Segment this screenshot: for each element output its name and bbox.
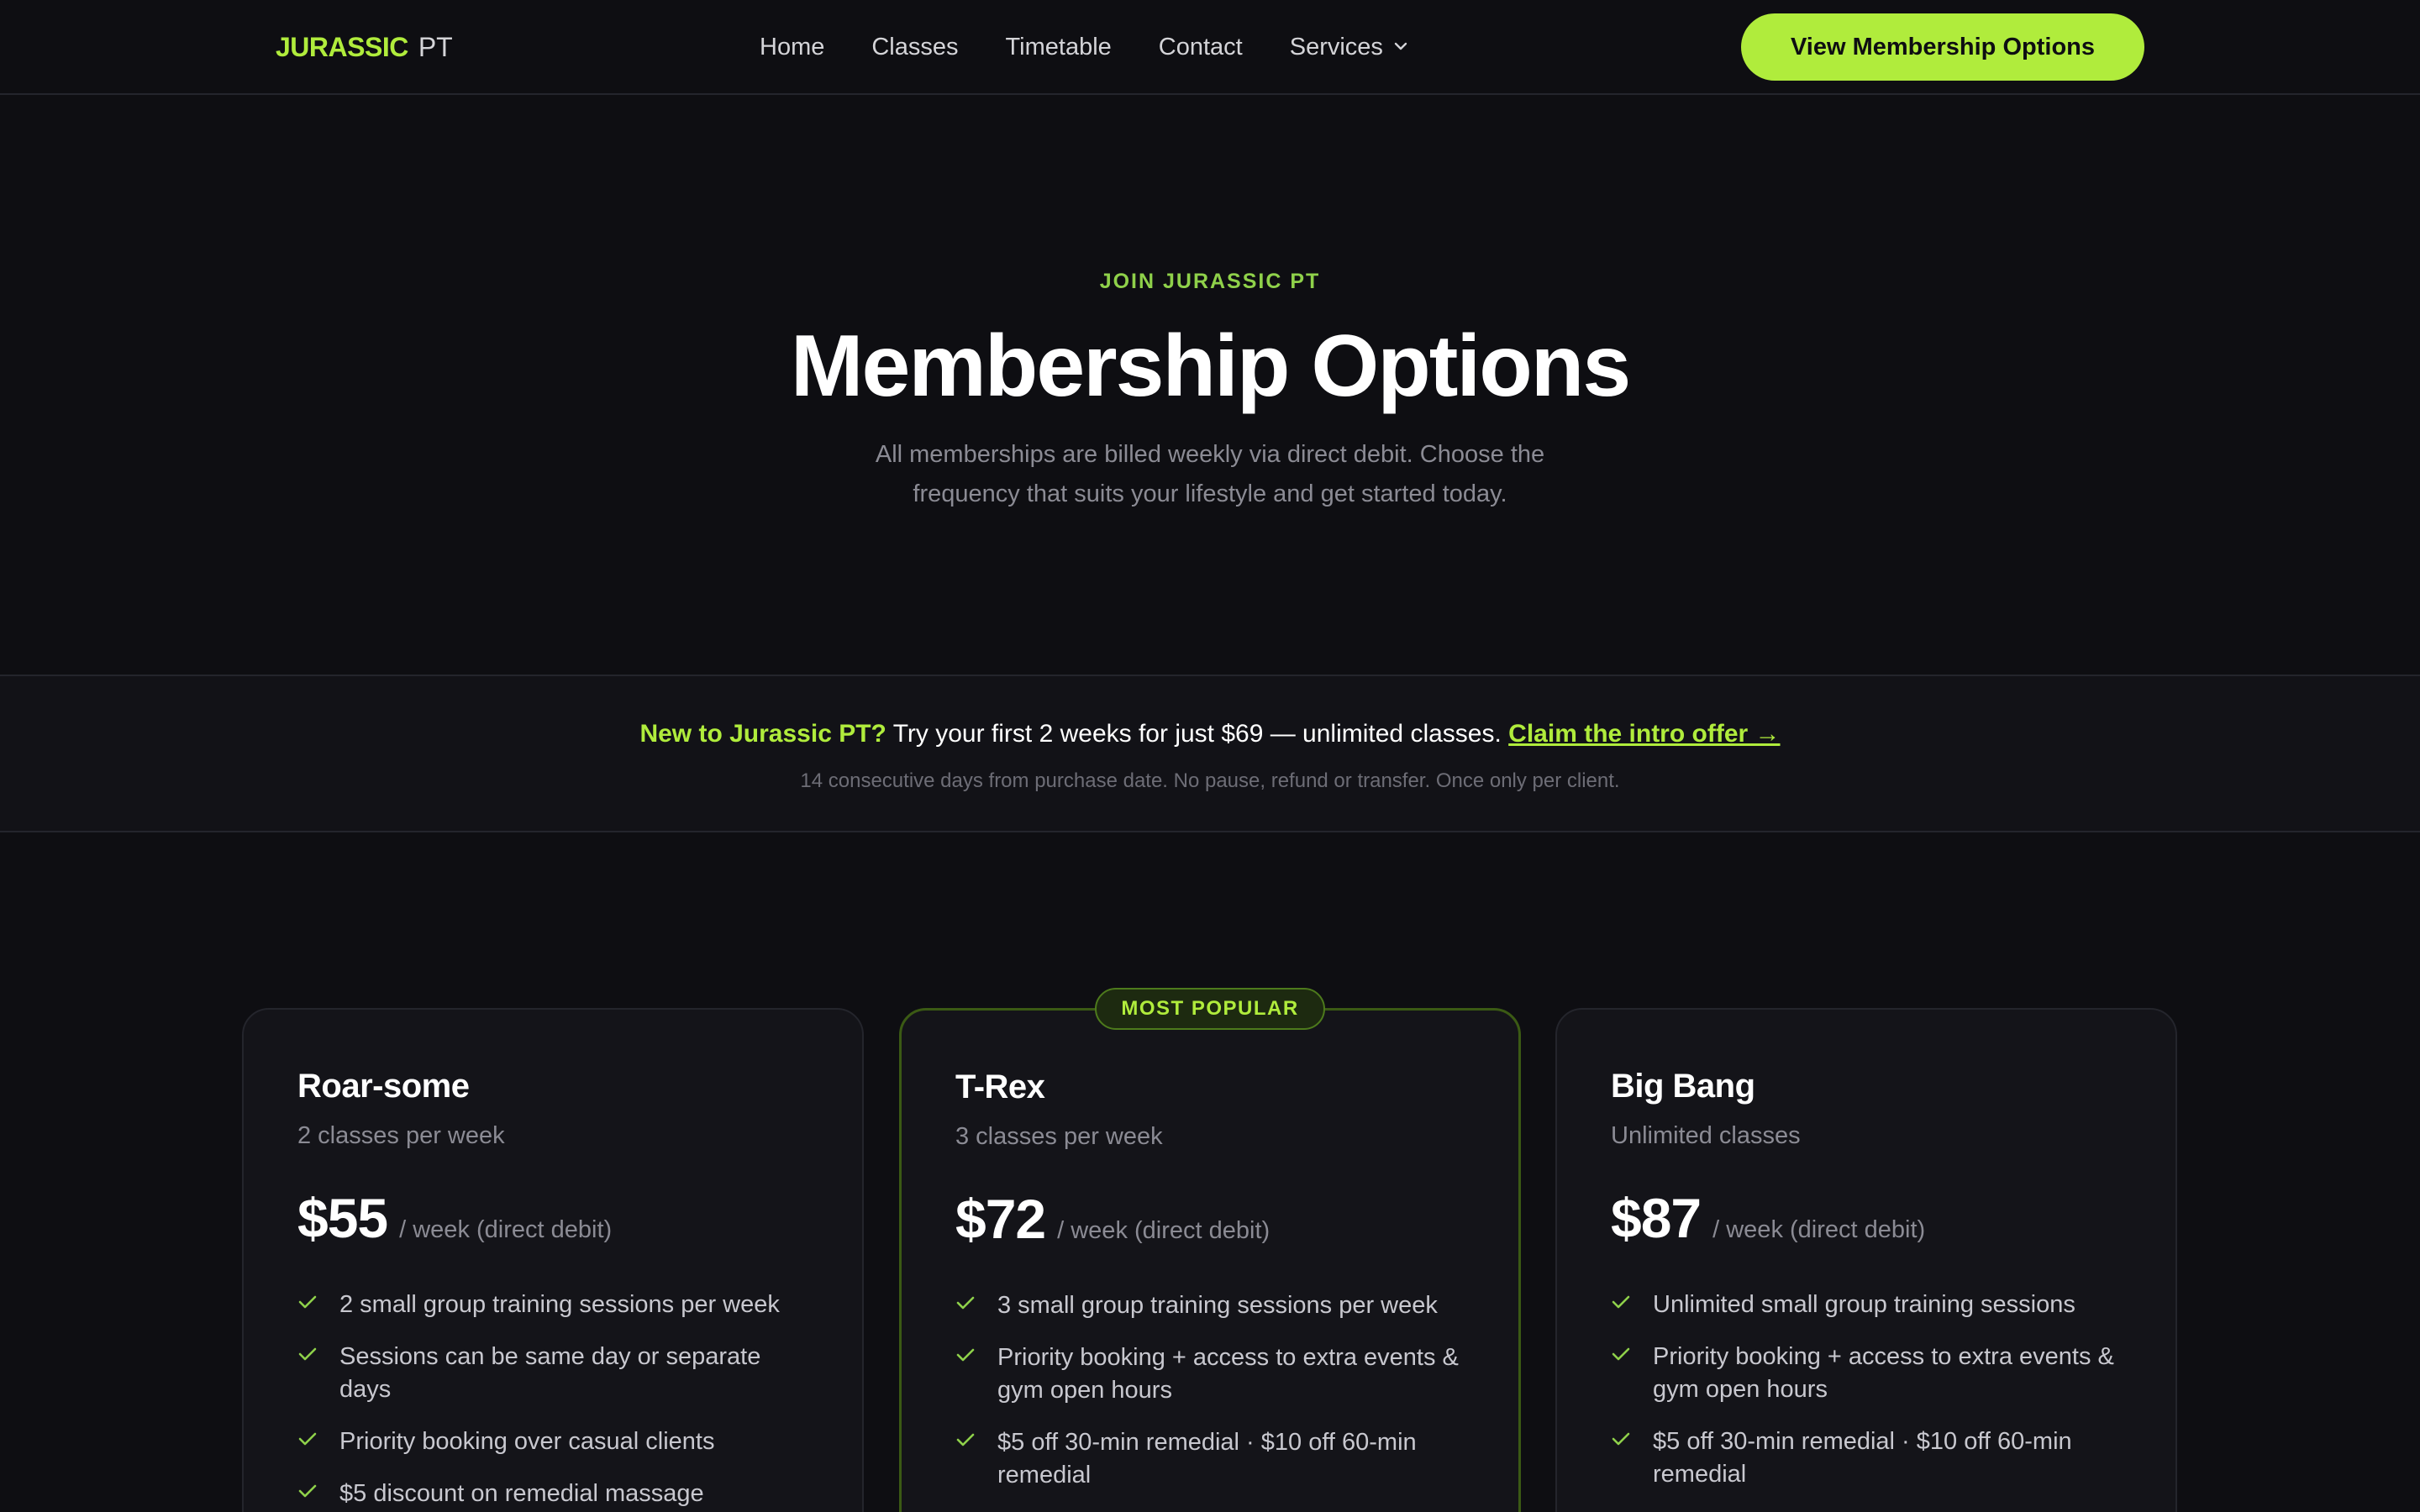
plan-feature: $5 off 30-min remedial · $10 off 60-min …	[1611, 1425, 2132, 1491]
logo[interactable]: JURASSIC PT	[276, 30, 453, 64]
logo-secondary: PT	[418, 32, 453, 62]
plan-card-roar-some: Roar-some 2 classes per week $55 / week (…	[242, 1008, 864, 1512]
plan-feature: 3 small group training sessions per week	[955, 1289, 1476, 1322]
nav-home[interactable]: Home	[760, 30, 824, 64]
plan-feature-text: Priority booking + access to extra event…	[1653, 1343, 2114, 1403]
plan-feature: Priority booking over casual clients	[297, 1425, 818, 1458]
plan-price-amount: $87	[1611, 1187, 1702, 1249]
nav-services[interactable]: Services	[1290, 30, 1408, 64]
plan-feature-text: $5 off 30-min remedial · $10 off 60-min …	[1653, 1428, 2072, 1488]
plan-features: Unlimited small group training sessions …	[1611, 1289, 2132, 1510]
plan-feature: Priority booking + access to extra event…	[955, 1341, 1476, 1407]
page-title: Membership Options	[790, 318, 1631, 415]
plan-feature-text: Priority booking over casual clients	[339, 1428, 715, 1455]
nav-services-label: Services	[1289, 34, 1383, 60]
plan-price: $55 / week (direct debit)	[297, 1184, 612, 1252]
plan-feature: $5 discount on remedial massage	[297, 1478, 818, 1510]
plan-feature: Priority booking + access to extra event…	[1611, 1341, 2132, 1406]
plan-name: T-Rex	[955, 1068, 1045, 1105]
plan-price-period: / week (direct debit)	[399, 1216, 613, 1243]
check-icon	[298, 1484, 317, 1498]
plan-feature-text: Priority booking + access to extra event…	[997, 1344, 1459, 1404]
check-icon	[956, 1433, 975, 1446]
plan-feature: $5 off 30-min remedial · $10 off 60-min …	[955, 1426, 1476, 1492]
plan-feature-text: Sessions can be same day or separate day…	[339, 1343, 761, 1403]
hero-subtitle: All memberships are billed weekly via di…	[875, 441, 1545, 507]
plan-feature-text: $5 off 30-min remedial · $10 off 60-min …	[997, 1429, 1417, 1488]
plan-price-period: / week (direct debit)	[1712, 1216, 1926, 1243]
nav-contact[interactable]: Contact	[1159, 30, 1243, 64]
plan-feature-text: $5 discount on remedial massage	[339, 1480, 704, 1507]
plan-price: $87 / week (direct debit)	[1611, 1184, 1925, 1252]
plan-feature: Sessions can be same day or separate day…	[297, 1341, 818, 1406]
check-icon	[956, 1348, 975, 1362]
chevron-down-icon	[1394, 43, 1407, 50]
plan-price-period: / week (direct debit)	[1057, 1217, 1270, 1244]
view-membership-button[interactable]: View Membership Options	[1741, 13, 2144, 81]
plan-features: 2 small group training sessions per week…	[297, 1289, 818, 1512]
most-popular-badge: MOST POPULAR	[1095, 988, 1325, 1030]
check-icon	[298, 1347, 317, 1361]
plan-feature-text: 3 small group training sessions per week	[997, 1292, 1438, 1319]
plan-price: $72 / week (direct debit)	[955, 1185, 1270, 1252]
main-menu: Home Classes Timetable Contact Services	[760, 30, 1408, 64]
hero-eyebrow: JOIN JURASSIC PT	[1099, 270, 1321, 293]
intro-offer-highlight: New to Jurassic PT?	[639, 720, 886, 748]
plan-feature: 2 small group training sessions per week	[297, 1289, 818, 1321]
nav-timetable[interactable]: Timetable	[1006, 30, 1112, 64]
plan-features: 3 small group training sessions per week…	[955, 1289, 1476, 1511]
plan-name: Big Bang	[1611, 1068, 1755, 1105]
plan-subtitle: 2 classes per week	[297, 1122, 505, 1149]
plan-subtitle: Unlimited classes	[1611, 1122, 1801, 1149]
intro-offer-banner: New to Jurassic PT? Try your first 2 wee…	[0, 675, 2420, 832]
intro-offer-line: New to Jurassic PT? Try your first 2 wee…	[0, 717, 2420, 752]
plan-feature-text: Unlimited small group training sessions	[1653, 1291, 2075, 1318]
plan-feature-text: 2 small group training sessions per week	[339, 1291, 780, 1318]
check-icon	[298, 1432, 317, 1446]
check-icon	[1612, 1295, 1630, 1309]
intro-offer-text: Try your first 2 weeks for just $69 — un…	[892, 720, 1502, 748]
plan-card-t-rex: T-Rex 3 classes per week $72 / week (dire…	[899, 1008, 1521, 1512]
nav-classes[interactable]: Classes	[871, 30, 958, 64]
plan-subtitle: 3 classes per week	[955, 1123, 1163, 1150]
check-icon	[956, 1296, 975, 1310]
top-nav: JURASSIC PT Home Classes Timetable Contac…	[0, 0, 2420, 95]
logo-primary: JURASSIC	[276, 32, 408, 62]
check-icon	[1612, 1432, 1630, 1446]
intro-offer-terms: 14 consecutive days from purchase date. …	[800, 769, 1620, 792]
claim-intro-offer-link[interactable]: Claim the intro offer →	[1508, 720, 1780, 748]
plan-feature: Unlimited small group training sessions	[1611, 1289, 2132, 1321]
plan-price-amount: $55	[297, 1187, 388, 1249]
plan-card-big-bang: Big Bang Unlimited classes $87 / week (di…	[1555, 1008, 2177, 1512]
plan-name: Roar-some	[297, 1068, 470, 1105]
plan-price-amount: $72	[955, 1188, 1046, 1250]
check-icon	[1612, 1347, 1630, 1361]
check-icon	[298, 1295, 317, 1309]
